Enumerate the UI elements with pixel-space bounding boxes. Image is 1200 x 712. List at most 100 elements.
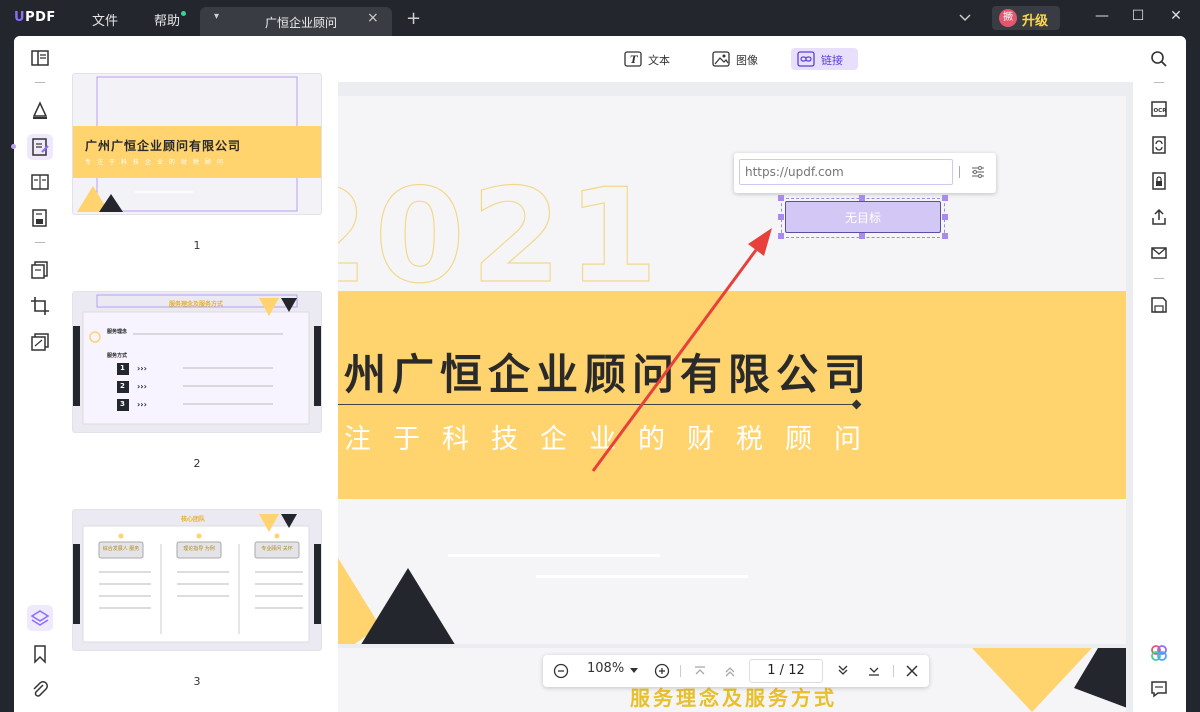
edit-toolbar: T 文本 图像 链接	[338, 36, 1133, 82]
resize-handle[interactable]	[942, 214, 948, 220]
reader-icon[interactable]	[30, 48, 50, 68]
link-target-label: 无目标	[844, 211, 881, 225]
organize-pages-icon[interactable]	[30, 260, 50, 280]
thumbnail-title: 服务理念及服务方式	[169, 301, 224, 308]
zoom-bar-separator	[893, 665, 894, 677]
zoom-dropdown-icon[interactable]	[629, 667, 639, 675]
form-icon[interactable]	[30, 208, 50, 228]
minimize-button[interactable]: —	[1092, 8, 1112, 28]
resize-handle[interactable]	[778, 195, 784, 201]
decor-line	[448, 554, 660, 557]
edit-text-label: 文本	[648, 54, 670, 67]
thumbnail-title: 广州广恒企业顾问有限公司	[85, 139, 242, 153]
thumbnail-decoration	[73, 514, 321, 643]
edit-text-button[interactable]: T 文本	[618, 48, 678, 70]
zoom-bar-separator	[680, 665, 681, 677]
attachment-icon[interactable]	[30, 680, 50, 700]
avatar: 撅	[999, 9, 1017, 27]
decor-line	[536, 575, 748, 578]
search-icon[interactable]	[1150, 50, 1168, 68]
ocr-icon[interactable]: OCR	[1150, 100, 1168, 118]
thumbnail-page-number: 2	[193, 457, 201, 470]
resize-handle[interactable]	[942, 195, 948, 201]
thumbnail-panel: 广州广恒企业顾问有限公司 专注于科技企业的财税顾问 1 ››› ››› ››› …	[66, 36, 338, 712]
next-page-icon[interactable]	[836, 664, 850, 678]
maximize-button[interactable]: ☐	[1128, 8, 1148, 28]
page-layout-icon[interactable]	[30, 172, 50, 192]
new-tab-button[interactable]: +	[406, 8, 421, 29]
zoom-level[interactable]: 108%	[587, 661, 624, 676]
close-window-button[interactable]: ✕	[1166, 8, 1186, 28]
zoom-bar: 108% 1 / 12	[543, 655, 929, 687]
toolbar-separator	[35, 82, 45, 83]
title-bar: UPDF 文件 帮助 ▾ 广恒企业顾问 × + 撅 升级 — ☐ ✕	[0, 0, 1200, 36]
url-input[interactable]	[739, 159, 953, 185]
thumbnail-title: 核心团队	[181, 516, 206, 523]
bookmark-icon[interactable]	[30, 644, 50, 664]
share-icon[interactable]	[1150, 208, 1168, 226]
svg-text:T: T	[630, 55, 639, 66]
thumbnail-decoration: ››› ››› ›››	[73, 294, 321, 425]
thumbnail-card: 专业顾问 关怀	[261, 546, 293, 552]
comment-pen-icon[interactable]	[30, 100, 50, 120]
crop-icon[interactable]	[30, 296, 50, 316]
thumbnail-subtitle: 专注于科技企业的财税顾问	[85, 159, 230, 166]
thumbnail-page-2[interactable]: ››› ››› ››› 服务理念及服务方式 服务理念 服务方式 1 2 3	[73, 292, 321, 432]
popup-separator	[959, 166, 960, 178]
resize-handle[interactable]	[778, 233, 784, 239]
thumbnail-page-1[interactable]: 广州广恒企业顾问有限公司 专注于科技企业的财税顾问	[73, 74, 321, 214]
page-number-field[interactable]: 1 / 12	[749, 659, 823, 683]
company-name: 州广恒企业顾问有限公司	[344, 350, 873, 399]
svg-text:›››: ›››	[137, 382, 147, 391]
text-icon: T	[624, 51, 642, 67]
edit-image-button[interactable]: 图像	[706, 48, 766, 70]
link-target-box[interactable]: 无目标	[785, 201, 941, 233]
mail-icon[interactable]	[1150, 244, 1168, 262]
svg-text:›››: ›››	[137, 400, 147, 409]
upgrade-button[interactable]: 撅 升级	[992, 6, 1060, 30]
convert-icon[interactable]	[1150, 136, 1168, 154]
thumbnail-step: 3	[120, 400, 125, 408]
thumbnail-card: 理论指导 为例	[183, 546, 215, 552]
close-icon[interactable]	[905, 664, 919, 678]
zoom-in-icon[interactable]	[654, 663, 670, 679]
first-page-icon[interactable]	[693, 664, 707, 678]
edit-link-button[interactable]: 链接	[791, 48, 858, 70]
ai-assistant-icon[interactable]	[1150, 644, 1168, 662]
document-tab[interactable]: ▾ 广恒企业顾问 ×	[200, 7, 392, 36]
resize-handle[interactable]	[778, 214, 784, 220]
protect-lock-icon[interactable]	[1150, 172, 1168, 190]
divider-line	[338, 404, 856, 405]
resize-handle[interactable]	[942, 233, 948, 239]
menu-file[interactable]: 文件	[92, 10, 118, 29]
zoom-out-icon[interactable]	[553, 663, 569, 679]
svg-text:›››: ›››	[137, 364, 147, 373]
chevron-down-icon[interactable]	[958, 10, 972, 24]
thumbnail-page-number: 3	[193, 675, 201, 688]
panel-indicator-dot	[11, 144, 16, 149]
current-page: 1	[767, 663, 776, 678]
toolbar-separator	[1154, 82, 1164, 83]
layers-icon[interactable]	[30, 608, 50, 628]
comment-icon[interactable]	[1150, 680, 1168, 698]
svg-text:OCR: OCR	[1154, 108, 1168, 114]
slogan: 注于科技企业的财税顾问	[344, 424, 883, 455]
menu-help[interactable]: 帮助	[154, 10, 180, 29]
thumbnail-step: 1	[120, 364, 125, 372]
thumbnail-page-3[interactable]: 核心团队 综合发展人 服务 理论指导 为例 专业顾问 关怀	[73, 510, 321, 650]
sliders-icon[interactable]	[970, 164, 986, 180]
tab-dropdown-icon[interactable]: ▾	[214, 11, 219, 22]
previous-page-icon[interactable]	[723, 664, 737, 678]
toolbar-separator	[35, 242, 45, 243]
watermark-icon[interactable]	[30, 332, 50, 352]
thumbnail-section: 服务方式	[107, 353, 128, 359]
edit-link-label: 链接	[821, 54, 843, 67]
resize-handle[interactable]	[859, 233, 865, 239]
save-icon[interactable]	[1150, 296, 1168, 314]
last-page-icon[interactable]	[867, 664, 881, 678]
thumbnail-section: 服务理念	[107, 329, 128, 335]
app-logo: UPDF	[14, 10, 56, 25]
edit-pdf-icon[interactable]	[30, 137, 50, 157]
link-popup	[734, 153, 996, 193]
tab-close-icon[interactable]: ×	[367, 10, 379, 26]
